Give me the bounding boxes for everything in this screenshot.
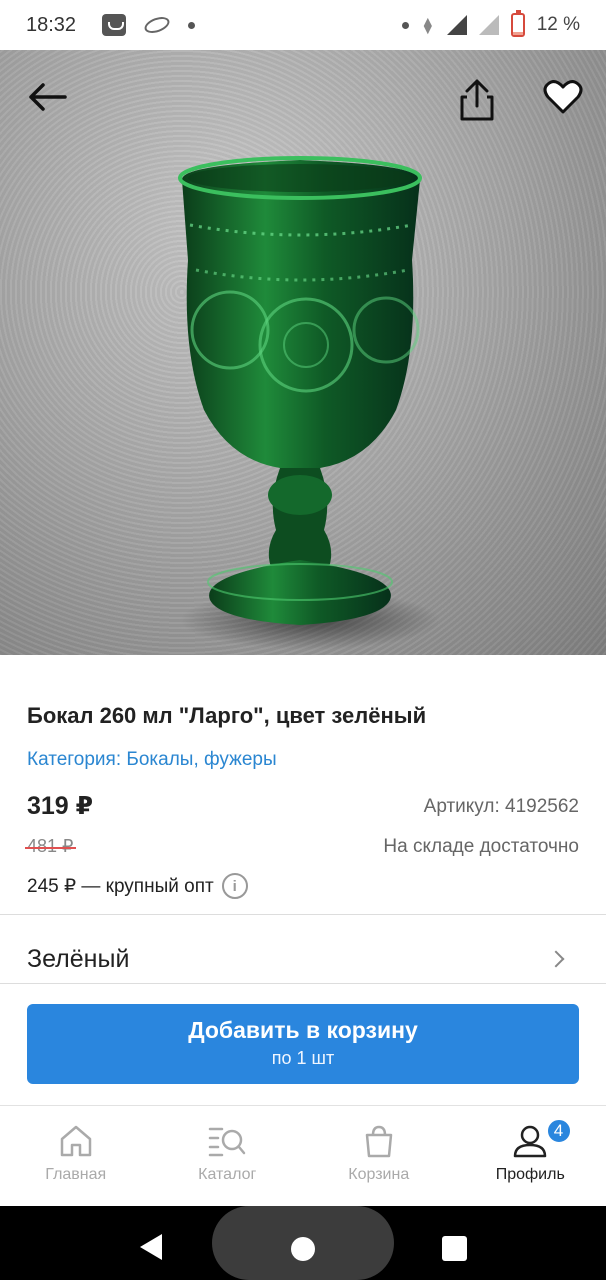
product-image[interactable] [0,50,606,655]
bottom-nav: Главная Каталог Корзина 4 Профиль [0,1105,606,1206]
heart-outline-icon [543,80,583,114]
back-button[interactable] [22,72,72,122]
green-goblet-image [178,156,440,650]
data-arrows-icon: ▲ ▼ [420,13,435,37]
info-icon[interactable]: i [221,873,248,899]
nav-home[interactable]: Главная [0,1106,152,1206]
arrow-left-icon [29,83,67,111]
battery-icon [510,10,525,37]
product-price: 319 ₽ [27,792,94,820]
battery-fill [512,32,523,35]
signal-empty-icon [478,15,499,35]
color-variant-label: Зелёный [27,945,130,973]
system-back-icon[interactable] [140,1234,162,1260]
status-right: ▲ ▼ 12 % [401,0,580,50]
nav-catalog-label: Каталог [198,1166,257,1183]
old-price: 481 ₽ [25,836,75,856]
home-icon [60,1125,91,1157]
dot-icon [188,21,196,29]
add-to-cart-label: Добавить в корзину [188,1017,418,1043]
notification-box-icon [102,14,127,36]
nav-home-label: Главная [45,1166,107,1183]
chevron-right-icon [547,950,565,968]
nav-profile[interactable]: 4 Профиль [455,1106,606,1206]
add-to-cart-quantity: по 1 шт [271,1048,335,1068]
color-variant-selector[interactable]: Зелёный [0,915,606,983]
status-bar: 18:32 ▲ ▼ 12 % [0,0,606,50]
battery-text: 12 % [536,14,580,35]
add-to-cart-button[interactable]: Добавить в корзину по 1 шт [27,1004,579,1084]
system-recents-icon[interactable] [442,1236,467,1261]
dot-icon [401,21,409,29]
divider [0,983,606,984]
nav-cart[interactable]: Корзина [303,1106,455,1206]
system-nav-bar [0,1206,606,1280]
wholesale-price-text: 245 ₽ — крупный опт [27,875,214,897]
catalog-search-icon [209,1127,246,1157]
status-time: 18:32 [26,13,77,36]
wholesale-price: 245 ₽ — крупный опт i [27,873,248,899]
signal-icon [446,15,467,35]
share-icon [460,79,494,121]
cloud-icon [142,13,172,37]
stock-status: На складе достаточно [383,836,579,857]
product-title: Бокал 260 мл "Ларго", цвет зелёный [27,703,427,728]
shopping-bag-icon [365,1125,392,1158]
status-notifications [102,13,196,37]
favorite-button[interactable] [538,72,588,122]
profile-icon [514,1125,547,1158]
category-link[interactable]: Категория: Бокалы, фужеры [27,749,277,771]
nav-profile-label: Профиль [495,1166,565,1183]
article-number: Артикул: 4192562 [423,796,579,817]
nav-catalog[interactable]: Каталог [152,1106,304,1206]
nav-cart-label: Корзина [348,1166,410,1183]
share-button[interactable] [452,72,502,128]
system-home-icon[interactable] [291,1237,315,1261]
profile-badge: 4 [545,1118,572,1144]
